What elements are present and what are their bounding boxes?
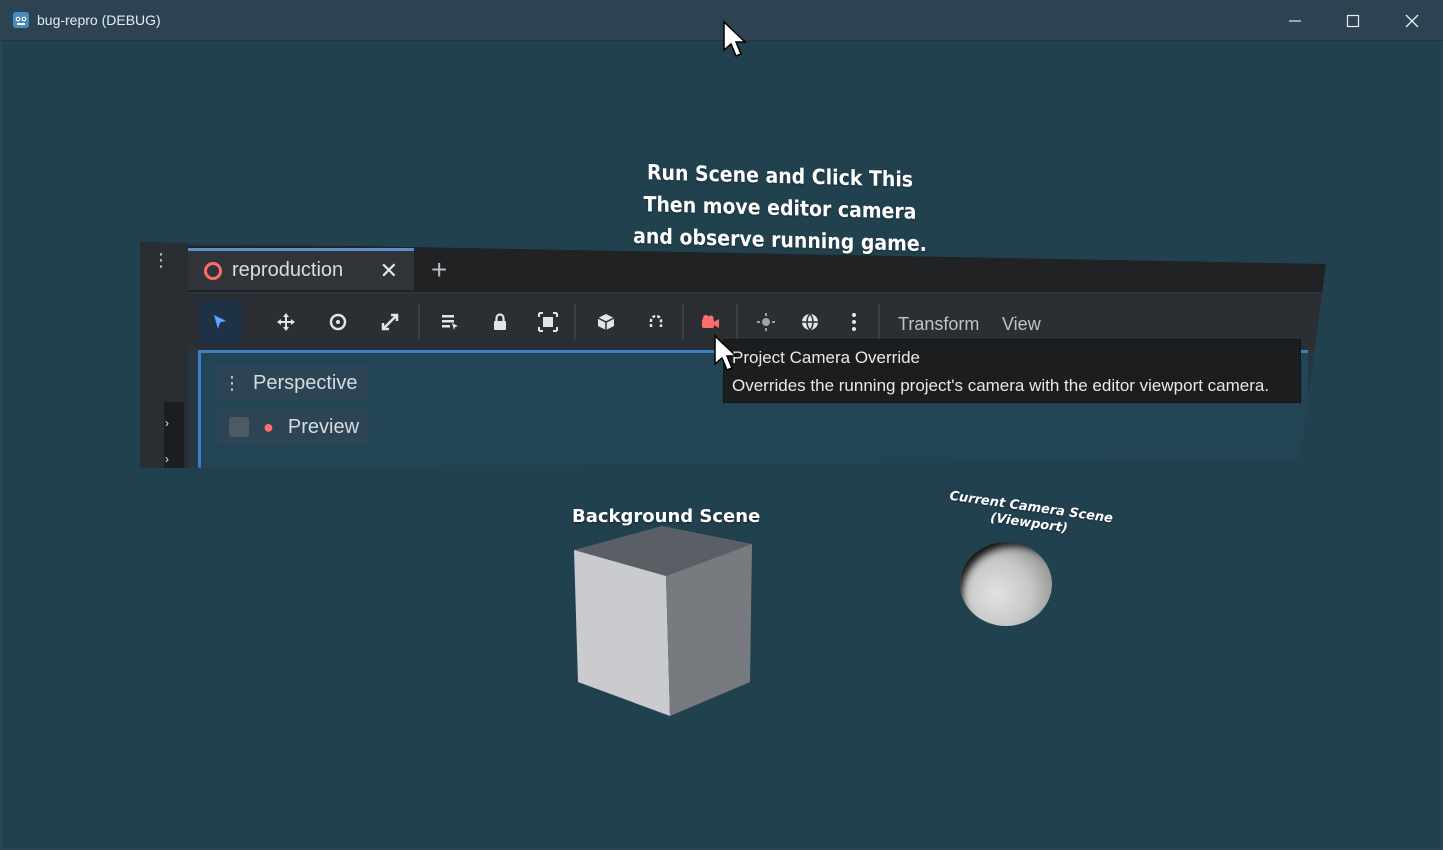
sun-preview-button[interactable] [744, 300, 788, 344]
tooltip: Project Camera Override Overrides the ru… [723, 339, 1301, 403]
close-icon [1405, 14, 1419, 27]
add-tab-button[interactable]: + [431, 254, 447, 286]
cube-icon [597, 314, 615, 330]
dock-menu-icon: ⋮ [152, 250, 170, 270]
chevron-right-icon: › [165, 452, 169, 466]
toolbar-separator [682, 304, 684, 340]
move-tool-button[interactable] [264, 300, 308, 344]
sun-icon [757, 313, 775, 331]
select-tool-button[interactable] [198, 300, 242, 344]
chevron-right-icon: › [165, 416, 169, 430]
select-arrow-icon [214, 315, 226, 329]
more-options-button[interactable] [832, 300, 876, 344]
view-menu[interactable]: View [1002, 314, 1041, 335]
tooltip-description: Overrides the running project's camera w… [732, 376, 1270, 395]
environment-preview-button[interactable] [788, 300, 832, 344]
camera-scene-sphere[interactable] [960, 542, 1052, 626]
list-select-button[interactable] [428, 300, 472, 344]
left-dock: ⋮ › › [140, 242, 188, 468]
tab-reproduction[interactable]: reproduction ✕ [188, 248, 414, 290]
kebab-menu-icon: ⋮ [223, 373, 241, 393]
transform-menu[interactable]: Transform [898, 314, 979, 335]
window-title: bug-repro (DEBUG) [37, 12, 161, 28]
list-select-icon [442, 315, 458, 330]
preview-checkbox[interactable] [229, 417, 249, 437]
maximize-button[interactable] [1324, 0, 1382, 41]
camera-icon: ● [263, 416, 274, 437]
scale-icon [381, 313, 399, 331]
mouse-cursor-icon [714, 334, 738, 371]
mouse-cursor-icon [723, 20, 747, 57]
toolbar-separator [418, 304, 420, 340]
minimize-icon [1289, 19, 1301, 22]
snap-button[interactable] [634, 300, 678, 344]
minimize-button[interactable] [1266, 0, 1324, 41]
lock-button[interactable] [478, 300, 522, 344]
tab-close-icon[interactable]: ✕ [380, 258, 398, 284]
scene-circle-icon [204, 261, 222, 280]
maximize-icon [1346, 14, 1360, 27]
local-space-button[interactable] [584, 300, 628, 344]
background-scene-cube[interactable] [570, 522, 754, 718]
godot-icon [13, 12, 29, 28]
group-icon [538, 312, 558, 332]
snap-icon [649, 314, 663, 327]
camera-preview-toggle[interactable]: ● Preview [217, 409, 370, 445]
lock-icon [494, 313, 506, 330]
preview-label: Preview [287, 415, 360, 438]
move-icon [277, 313, 295, 331]
tooltip-title: Project Camera Override [732, 348, 921, 367]
perspective-menu-button[interactable]: ⋮ Perspective [217, 365, 368, 401]
instruction-label: Run Scene and Click This Then move edito… [618, 155, 942, 260]
kebab-menu-icon [852, 313, 856, 331]
rotate-icon [329, 313, 347, 331]
close-window-button[interactable] [1383, 0, 1441, 41]
group-button[interactable] [526, 300, 570, 344]
rotate-tool-button[interactable] [316, 300, 360, 344]
toolbar-separator [878, 304, 880, 340]
tab-label: reproduction [232, 259, 344, 281]
perspective-label: Perspective [253, 371, 358, 394]
camera-icon [702, 315, 719, 328]
toolbar-separator [574, 304, 576, 340]
scale-tool-button[interactable] [368, 300, 412, 344]
globe-icon [802, 313, 818, 332]
